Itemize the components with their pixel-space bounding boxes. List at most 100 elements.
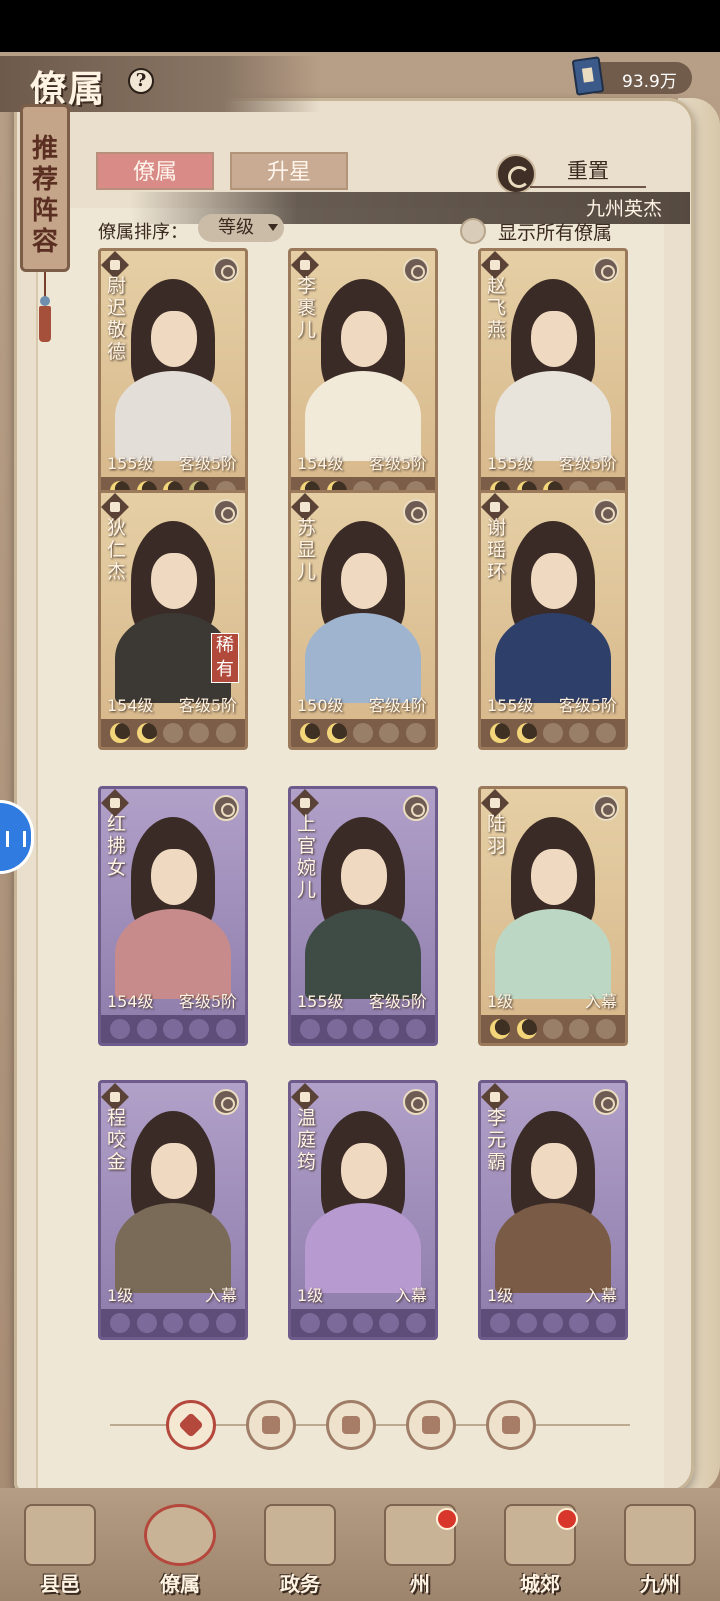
moon-icon: [300, 1313, 321, 1333]
retainer-card[interactable]: 上官婉儿 155级 客级5阶: [288, 786, 438, 1046]
retainer-level: 1级: [487, 992, 514, 1011]
skill-icon: [593, 499, 619, 525]
retainer-card[interactable]: 赵飞燕 155级 客级5阶: [478, 248, 628, 508]
skill-icon: [213, 795, 239, 821]
retainer-level: 154级: [107, 992, 154, 1011]
filter-pen-icon[interactable]: [326, 1400, 376, 1450]
retainer-rank: 客级5阶: [558, 454, 617, 473]
tab-star-up[interactable]: 升星: [230, 152, 348, 190]
retainer-level: 155级: [487, 696, 534, 715]
retainer-rank: 入幕: [394, 1286, 427, 1305]
retainer-card[interactable]: 红拂女 154级 客级5阶: [98, 786, 248, 1046]
star-moons: [291, 1309, 435, 1337]
moon-icon: [162, 1313, 183, 1333]
moon-icon: [326, 1313, 347, 1333]
skill-icon: [213, 257, 239, 283]
moon-icon: [352, 723, 373, 743]
retainer-rank: 客级5阶: [558, 696, 617, 715]
moon-icon: [110, 1019, 131, 1039]
nav-item[interactable]: 僚属: [130, 1496, 230, 1596]
nav-label: 州: [410, 1572, 430, 1596]
moon-icon: [595, 1019, 616, 1039]
moon-icon: [189, 1313, 210, 1333]
moon-icon: [542, 1313, 563, 1333]
help-icon[interactable]: ?: [128, 68, 154, 94]
retainer-rank: 入幕: [204, 1286, 237, 1305]
skill-icon: [403, 1089, 429, 1115]
retainer-name: 尉迟敬德: [107, 275, 127, 363]
retainer-card[interactable]: 李元霸 1级 入幕: [478, 1080, 628, 1340]
retainer-name: 红拂女: [107, 813, 127, 879]
currency-value: 93.9万: [622, 72, 677, 92]
retainer-level: 1级: [297, 1286, 324, 1305]
retainer-card[interactable]: 尉迟敬德 155级 客级5阶: [98, 248, 248, 508]
nav-label: 政务: [280, 1572, 320, 1596]
moon-icon: [490, 1019, 511, 1039]
moon-icon: [136, 1313, 157, 1333]
retainer-rank: 客级5阶: [178, 454, 237, 473]
moon-icon: [300, 723, 321, 743]
moon-icon: [326, 1019, 347, 1039]
retainer-name: 程咬金: [107, 1107, 127, 1173]
skill-icon: [403, 499, 429, 525]
retainer-name: 李元霸: [487, 1107, 507, 1173]
nav-label: 九州: [640, 1572, 680, 1596]
filter-all-icon[interactable]: [166, 1400, 216, 1450]
filter-ship-icon[interactable]: [486, 1400, 536, 1450]
moon-icon: [136, 723, 157, 743]
retainer-name: 狄仁杰: [107, 517, 127, 583]
nav-item[interactable]: 九州: [610, 1496, 710, 1596]
retainer-name: 赵飞燕: [487, 275, 507, 341]
retainer-card[interactable]: 陆羽 1级 入幕: [478, 786, 628, 1046]
moon-icon: [516, 723, 537, 743]
moon-icon: [215, 1019, 236, 1039]
skill-icon: [213, 499, 239, 525]
notification-dot: [556, 1508, 578, 1530]
status-bar: [0, 0, 720, 52]
moon-icon: [162, 723, 183, 743]
tassel-decoration: [38, 272, 52, 342]
retainer-card[interactable]: 苏显儿 150级 客级4阶: [288, 490, 438, 750]
retainer-card[interactable]: 程咬金 1级 入幕: [98, 1080, 248, 1340]
filter-bell-icon[interactable]: [246, 1400, 296, 1450]
skill-icon: [593, 1089, 619, 1115]
nav-item[interactable]: 政务: [250, 1496, 350, 1596]
moon-icon: [352, 1313, 373, 1333]
moon-icon: [215, 723, 236, 743]
sort-label: 僚属排序：: [98, 222, 188, 243]
moon-icon: [516, 1019, 537, 1039]
nav-icon: [264, 1504, 336, 1566]
nav-icon: [144, 1504, 216, 1566]
retainer-card[interactable]: 温庭筠 1级 入幕: [288, 1080, 438, 1340]
retainer-rank: 客级5阶: [178, 696, 237, 715]
retainer-card[interactable]: 谢瑶环 155级 客级5阶: [478, 490, 628, 750]
moon-icon: [405, 1019, 426, 1039]
nav-item[interactable]: 县邑: [10, 1496, 110, 1596]
moon-icon: [516, 1313, 537, 1333]
retainer-level: 154级: [107, 696, 154, 715]
retainer-name: 陆羽: [487, 813, 507, 857]
tab-retainers[interactable]: 僚属: [96, 152, 214, 190]
skill-icon: [403, 795, 429, 821]
retainer-name: 温庭筠: [297, 1107, 317, 1173]
skill-icon: [213, 1089, 239, 1115]
retainer-level: 155级: [487, 454, 534, 473]
show-all-checkbox[interactable]: [460, 218, 486, 244]
moon-icon: [215, 1313, 236, 1333]
skill-icon: [593, 795, 619, 821]
moon-icon: [189, 723, 210, 743]
moon-icon: [326, 723, 347, 743]
retainer-card[interactable]: 狄仁杰 稀有 154级 客级5阶: [98, 490, 248, 750]
retainer-rank: 客级5阶: [368, 454, 427, 473]
retainer-level: 155级: [297, 992, 344, 1011]
star-moons: [481, 1309, 625, 1337]
moon-icon: [490, 1313, 511, 1333]
heroes-banner-text[interactable]: 九州英杰: [586, 194, 662, 221]
moon-icon: [379, 1019, 400, 1039]
star-moons: [101, 1309, 245, 1337]
moon-icon: [110, 1313, 131, 1333]
retainer-card[interactable]: 李裹儿 154级 客级5阶: [288, 248, 438, 508]
moon-icon: [300, 1019, 321, 1039]
reset-button[interactable]: 重置: [530, 154, 646, 188]
filter-fan-icon[interactable]: [406, 1400, 456, 1450]
